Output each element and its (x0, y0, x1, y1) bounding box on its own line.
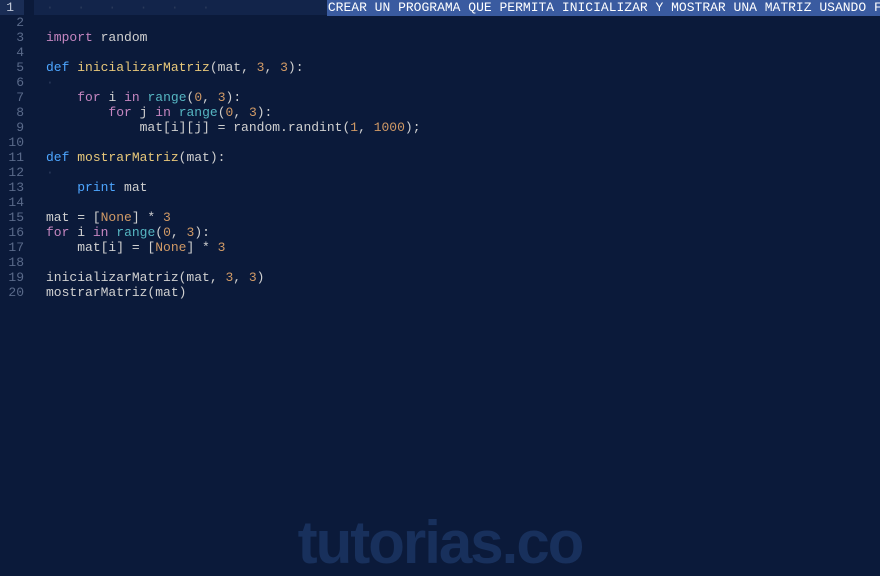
code-line[interactable]: · (46, 165, 880, 180)
code-line[interactable] (46, 255, 880, 270)
line-number: 19 (0, 270, 24, 285)
line-number: 12 (0, 165, 24, 180)
line-number: 11 (0, 150, 24, 165)
code-area[interactable]: · · · · · · CREAR UN PROGRAMA QUE PERMIT… (34, 0, 880, 300)
line-number: 16 (0, 225, 24, 240)
line-number: 4 (0, 45, 24, 60)
code-line[interactable]: mat[i][j] = random.randint(1, 1000); (46, 120, 880, 135)
code-line[interactable] (46, 195, 880, 210)
line-number: 2 (0, 15, 24, 30)
line-number: 3 (0, 30, 24, 45)
line-number-current: 1 (0, 0, 24, 15)
line-number: 13 (0, 180, 24, 195)
selected-comment-text: CREAR UN PROGRAMA QUE PERMITA INICIALIZA… (327, 0, 880, 16)
watermark-text: tutorias.co (0, 535, 880, 550)
code-line[interactable]: · · · · · · CREAR UN PROGRAMA QUE PERMIT… (46, 0, 880, 15)
line-number: 10 (0, 135, 24, 150)
code-line[interactable]: mat[i] = [None] * 3 (46, 240, 880, 255)
code-line[interactable]: def inicializarMatriz(mat, 3, 3): (46, 60, 880, 75)
line-number: 20 (0, 285, 24, 300)
line-number: 17 (0, 240, 24, 255)
code-line[interactable]: for i in range(0, 3): (46, 225, 880, 240)
line-number: 9 (0, 120, 24, 135)
code-line[interactable]: import random (46, 30, 880, 45)
line-number: 14 (0, 195, 24, 210)
code-line[interactable]: mostrarMatriz(mat) (46, 285, 880, 300)
code-line[interactable]: mat = [None] * 3 (46, 210, 880, 225)
line-number: 18 (0, 255, 24, 270)
code-editor[interactable]: 1 2 3 4 5 6 7 8 9 10 11 12 13 14 15 16 1… (0, 0, 880, 300)
code-line[interactable]: print mat (46, 180, 880, 195)
code-line[interactable] (46, 45, 880, 60)
line-number: 5 (0, 60, 24, 75)
line-number: 15 (0, 210, 24, 225)
line-number: 6 (0, 75, 24, 90)
line-gutter: 1 2 3 4 5 6 7 8 9 10 11 12 13 14 15 16 1… (0, 0, 34, 300)
line-number: 8 (0, 105, 24, 120)
code-line[interactable]: for i in range(0, 3): (46, 90, 880, 105)
code-line[interactable]: inicializarMatriz(mat, 3, 3) (46, 270, 880, 285)
line-number: 7 (0, 90, 24, 105)
code-line[interactable]: · (46, 75, 880, 90)
code-line[interactable]: for j in range(0, 3): (46, 105, 880, 120)
code-line[interactable] (46, 15, 880, 30)
code-line[interactable] (46, 135, 880, 150)
code-line[interactable]: def mostrarMatriz(mat): (46, 150, 880, 165)
